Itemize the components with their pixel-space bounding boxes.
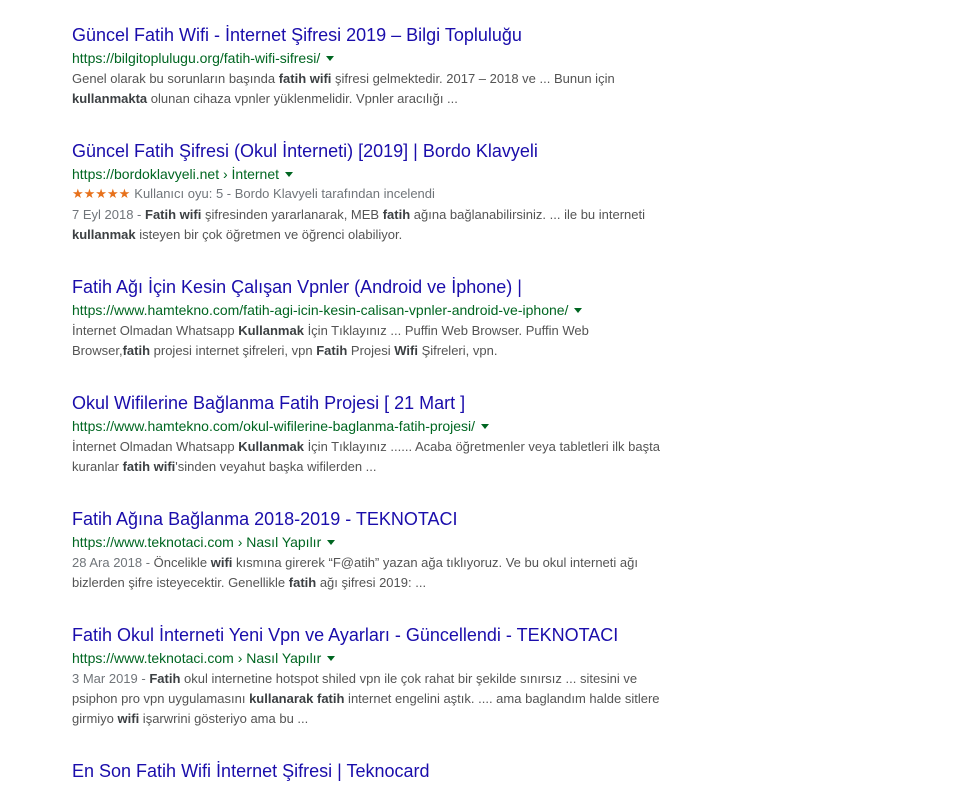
- highlighted-term: Kullanmak: [238, 323, 304, 338]
- snippet-line: 28 Ara 2018 - Öncelikle wifi kısmına gir…: [72, 553, 672, 573]
- snippet-text: bizlerden şifre isteyecektir. Genellikle: [72, 575, 289, 590]
- dropdown-arrow-icon[interactable]: [327, 656, 336, 661]
- highlighted-term: Fatih wifi: [145, 207, 202, 222]
- snippet-text: işarwrini gösteriyo ama bu ...: [139, 711, 309, 726]
- highlighted-term: Wifi: [394, 343, 418, 358]
- dropdown-arrow-icon[interactable]: [285, 172, 293, 177]
- highlighted-term: kullanmak: [72, 227, 136, 242]
- snippet-text: İnternet Olmadan Whatsapp: [72, 323, 239, 338]
- snippet-text: Browser,: [72, 343, 123, 358]
- result-url[interactable]: https://www.hamtekno.com/fatih-agi-icin-…: [72, 301, 568, 319]
- snippet-text: isteyen bir çok öğretmen ve öğrenci olab…: [135, 227, 403, 242]
- result-snippet: İnternet Olmadan Whatsapp Kullanmak İçin…: [72, 321, 672, 361]
- snippet-text: okul internetine hotspot shiled vpn ile …: [180, 671, 638, 686]
- result-url-line: https://bilgitoplulugu.org/fatih-wifi-si…: [72, 49, 672, 67]
- result-title-link[interactable]: Okul Wifilerine Bağlanma Fatih Projesi […: [72, 392, 672, 414]
- snippet-text: kuranlar: [72, 459, 123, 474]
- snippet-text: psiphon pro vpn uygulamasını: [72, 691, 250, 706]
- search-result: Güncel Fatih Şifresi (Okul İnterneti) [2…: [72, 140, 672, 245]
- snippet-line: İnternet Olmadan Whatsapp Kullanmak İçin…: [72, 321, 672, 341]
- snippet-text: İnternet Olmadan Whatsapp: [72, 439, 239, 454]
- highlighted-term: kullanmakta: [72, 91, 148, 106]
- snippet-line: psiphon pro vpn uygulamasını kullanarak …: [72, 689, 672, 709]
- snippet-text: şifresinden yararlanarak, MEB: [201, 207, 383, 222]
- snippet-text: 'sinden veyahut başka wifilerden ...: [175, 459, 377, 474]
- result-url[interactable]: https://www.teknotaci.com › Nasıl Yapılı…: [72, 533, 321, 551]
- search-result: Fatih Okul İnterneti Yeni Vpn ve Ayarlar…: [72, 624, 672, 729]
- highlighted-term: Kullanmak: [238, 439, 304, 454]
- result-date: 28 Ara 2018 -: [72, 555, 154, 570]
- result-snippet: Genel olarak bu sorunların başında fatih…: [72, 69, 672, 109]
- snippet-line: Browser,fatih projesi internet şifreleri…: [72, 341, 672, 361]
- search-result: Fatih Ağına Bağlanma 2018-2019 - TEKNOTA…: [72, 508, 672, 593]
- snippet-text: ağına bağlanabilirsiniz. ... ile bu inte…: [410, 207, 646, 222]
- highlighted-term: fatih wifi: [122, 459, 176, 474]
- highlighted-term: fatih: [382, 207, 411, 222]
- highlighted-term: wifi: [117, 711, 140, 726]
- snippet-text: şifresi gelmektedir. 2017 – 2018 ve ... …: [331, 71, 615, 86]
- result-title-link[interactable]: Fatih Ağına Bağlanma 2018-2019 - TEKNOTA…: [72, 508, 672, 530]
- snippet-text: Projesi: [347, 343, 395, 358]
- snippet-text: İçin Tıklayınız ... Puffin Web Browser. …: [303, 323, 589, 338]
- highlighted-term: fatih wifi: [278, 71, 332, 86]
- snippet-line: kuranlar fatih wifi'sinden veyahut başka…: [72, 457, 672, 477]
- snippet-text: Öncelikle: [153, 555, 211, 570]
- snippet-line: bizlerden şifre isteyecektir. Genellikle…: [72, 573, 672, 593]
- result-title-link[interactable]: Fatih Ağı İçin Kesin Çalışan Vpnler (And…: [72, 276, 672, 298]
- snippet-line: kullanmakta olunan cihaza vpnler yüklenm…: [72, 89, 672, 109]
- highlighted-term: Fatih: [316, 343, 348, 358]
- result-title-link[interactable]: Güncel Fatih Şifresi (Okul İnterneti) [2…: [72, 140, 672, 162]
- snippet-text: Genel olarak bu sorunların başında: [72, 71, 279, 86]
- result-date: 3 Mar 2019 -: [72, 671, 150, 686]
- result-url[interactable]: https://bordoklavyeli.net › İnternet: [72, 165, 279, 183]
- search-result: Güncel Fatih Wifi - İnternet Şifresi 201…: [72, 24, 672, 109]
- highlighted-term: Fatih: [149, 671, 181, 686]
- search-result: En Son Fatih Wifi İnternet Şifresi | Tek…: [72, 760, 672, 782]
- result-snippet: İnternet Olmadan Whatsapp Kullanmak İçin…: [72, 437, 672, 477]
- highlighted-term: kullanarak fatih: [249, 691, 345, 706]
- search-result: Okul Wifilerine Bağlanma Fatih Projesi […: [72, 392, 672, 477]
- star-rating-icon: ★★★★★: [72, 186, 131, 201]
- result-url-line: https://www.hamtekno.com/fatih-agi-icin-…: [72, 301, 672, 319]
- highlighted-term: fatih: [288, 575, 317, 590]
- result-title-link[interactable]: En Son Fatih Wifi İnternet Şifresi | Tek…: [72, 760, 672, 782]
- highlighted-term: wifi: [210, 555, 233, 570]
- result-url[interactable]: https://www.teknotaci.com › Nasıl Yapılı…: [72, 649, 321, 667]
- rating-line: ★★★★★ Kullanıcı oyu: 5 - Bordo Klavyeli t…: [72, 185, 672, 203]
- result-snippet: 7 Eyl 2018 - Fatih wifi şifresinden yara…: [72, 205, 672, 245]
- snippet-text: projesi internet şifreleri, vpn: [150, 343, 317, 358]
- snippet-text: Şifreleri, vpn.: [417, 343, 498, 358]
- result-url[interactable]: https://bilgitoplulugu.org/fatih-wifi-si…: [72, 49, 320, 67]
- snippet-line: 7 Eyl 2018 - Fatih wifi şifresinden yara…: [72, 205, 672, 225]
- result-url-line: https://bordoklavyeli.net › İnternet: [72, 165, 672, 183]
- dropdown-arrow-icon[interactable]: [481, 424, 490, 429]
- snippet-text: girmiyo: [72, 711, 118, 726]
- snippet-text: ağı şifresi 2019: ...: [316, 575, 427, 590]
- result-url[interactable]: https://www.hamtekno.com/okul-wifilerine…: [72, 417, 475, 435]
- highlighted-term: fatih: [122, 343, 151, 358]
- dropdown-arrow-icon[interactable]: [327, 540, 336, 545]
- snippet-line: Genel olarak bu sorunların başında fatih…: [72, 69, 672, 89]
- result-url-line: https://www.teknotaci.com › Nasıl Yapılı…: [72, 533, 672, 551]
- result-date: 7 Eyl 2018 -: [72, 207, 145, 222]
- result-snippet: 3 Mar 2019 - Fatih okul internetine hots…: [72, 669, 672, 729]
- snippet-line: kullanmak isteyen bir çok öğretmen ve öğ…: [72, 225, 672, 245]
- result-url-line: https://www.teknotaci.com › Nasıl Yapılı…: [72, 649, 672, 667]
- result-title-link[interactable]: Fatih Okul İnterneti Yeni Vpn ve Ayarlar…: [72, 624, 672, 646]
- search-result: Fatih Ağı İçin Kesin Çalışan Vpnler (And…: [72, 276, 672, 361]
- result-snippet: 28 Ara 2018 - Öncelikle wifi kısmına gir…: [72, 553, 672, 593]
- snippet-text: İçin Tıklayınız ...... Acaba öğretmenler…: [303, 439, 660, 454]
- snippet-line: 3 Mar 2019 - Fatih okul internetine hots…: [72, 669, 672, 689]
- snippet-text: internet engelini aştık. .... ama baglan…: [344, 691, 660, 706]
- dropdown-arrow-icon[interactable]: [326, 56, 335, 61]
- result-url-line: https://www.hamtekno.com/okul-wifilerine…: [72, 417, 672, 435]
- snippet-text: kısmına girerek “F@atih” yazan ağa tıklı…: [232, 555, 638, 570]
- snippet-text: olunan cihaza vpnler yüklenmelidir. Vpnl…: [147, 91, 458, 106]
- snippet-line: girmiyo wifi işarwrini gösteriyo ama bu …: [72, 709, 672, 729]
- rating-text: Kullanıcı oyu: 5 - Bordo Klavyeli tarafı…: [134, 186, 435, 201]
- dropdown-arrow-icon[interactable]: [574, 308, 583, 313]
- result-title-link[interactable]: Güncel Fatih Wifi - İnternet Şifresi 201…: [72, 24, 672, 46]
- snippet-line: İnternet Olmadan Whatsapp Kullanmak İçin…: [72, 437, 672, 457]
